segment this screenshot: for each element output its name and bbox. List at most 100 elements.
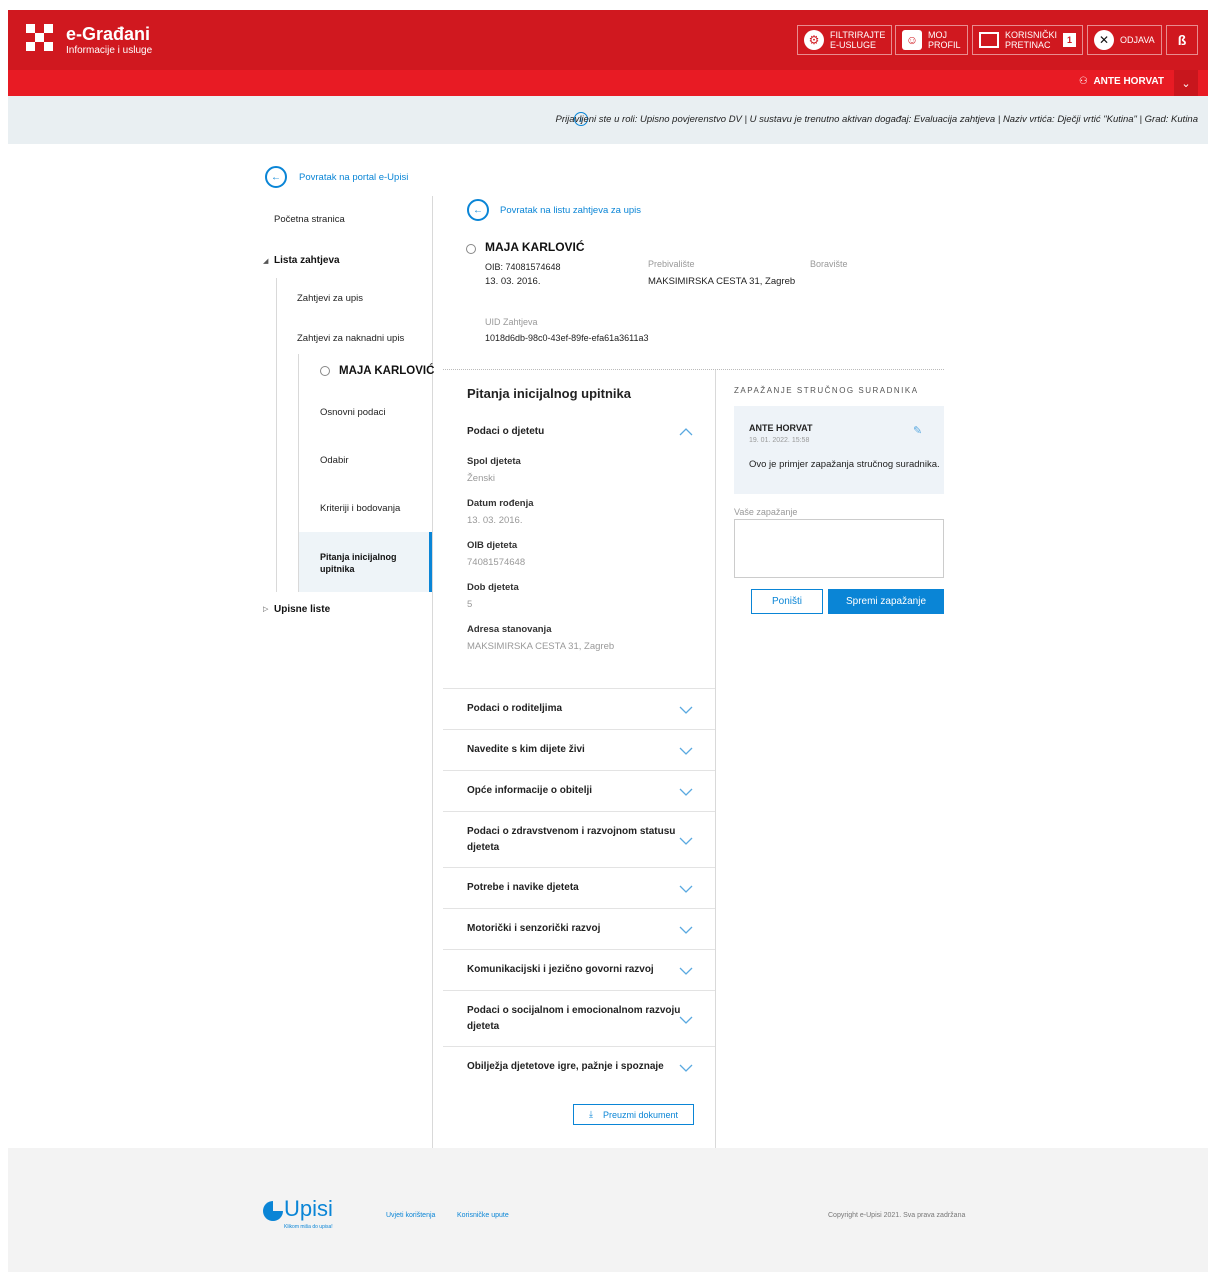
divider — [443, 729, 715, 730]
chevron-down-icon[interactable] — [679, 1015, 693, 1025]
back-to-requests-link[interactable]: Povratak na listu zahtjeva za upis — [500, 205, 641, 216]
divider — [443, 949, 715, 950]
observation-title: ZAPAŽANJE STRUČNOG SURADNIKA — [734, 386, 919, 395]
accordion-item[interactable]: Motorički i senzorički razvoj — [467, 921, 600, 937]
accordion-item[interactable]: Komunikacijski i jezično govorni razvoj — [467, 962, 654, 978]
observation-author: ANTE HORVAT — [749, 423, 813, 433]
accordion-item[interactable]: Potrebe i navike djeteta — [467, 880, 579, 896]
back-arrow-icon[interactable]: ← — [467, 199, 489, 221]
uid-label: UID Zahtjeva — [485, 317, 538, 327]
chevron-down-icon[interactable] — [679, 925, 693, 935]
download-icon: ⤓ — [588, 1109, 593, 1119]
role-info-text: Prijavljeni ste u roli: Upisno povjerens… — [555, 114, 1199, 125]
inbox-icon — [979, 32, 999, 48]
observation-card — [734, 406, 944, 494]
observation-text: Ovo je primjer zapažanja stručnog suradn… — [749, 459, 940, 470]
back-to-portal-link[interactable]: Povratak na portal e-Upisi — [299, 172, 408, 183]
chevron-down-icon[interactable] — [679, 787, 693, 797]
croatian-checker-logo-icon[interactable] — [26, 24, 54, 52]
field-label: Dob djeteta — [467, 582, 519, 593]
user-inbox-button[interactable]: KORISNIČKI PRETINAC 1 — [972, 25, 1084, 55]
stay-label: Boravište — [810, 259, 848, 269]
upisi-logo-icon[interactable] — [262, 1200, 284, 1222]
accordion-item[interactable]: Podaci o zdravstvenom i razvojnom status… — [467, 824, 675, 856]
field-label: Spol djeteta — [467, 456, 521, 467]
accordion-item[interactable]: Podaci o roditeljima — [467, 701, 562, 717]
edit-icon[interactable]: ✎ — [913, 424, 922, 437]
expanded-triangle-icon: ◢ — [263, 258, 269, 265]
user-icon: ⚇ — [1078, 76, 1088, 87]
accordion-child-data-header[interactable]: Podaci o djetetu — [467, 424, 544, 440]
column-divider — [715, 370, 716, 1148]
brand-title[interactable]: e-Građani — [66, 24, 150, 45]
close-icon: ✕ — [1094, 30, 1114, 50]
terms-link[interactable]: Uvjeti korištenja — [386, 1212, 435, 1219]
chevron-down-icon[interactable] — [679, 1063, 693, 1073]
my-profile-button[interactable]: ☺ MOJ PROFIL — [895, 25, 968, 55]
chevron-down-icon[interactable] — [679, 966, 693, 976]
chevron-down-icon[interactable] — [679, 746, 693, 756]
language-button[interactable]: ß — [1166, 25, 1198, 55]
sidebar-item-basic[interactable]: Osnovni podaci — [320, 407, 385, 418]
field-value: MAKSIMIRSKA CESTA 31, Zagreb — [467, 641, 615, 652]
sidebar-item-questions-label: Pitanja inicijalnog upitnika — [320, 552, 397, 574]
chevron-down-icon[interactable] — [679, 884, 693, 894]
sidebar-item-enrollment-lists[interactable]: Upisne liste — [274, 604, 330, 615]
profile-icon: ☺ — [902, 30, 922, 50]
accordion-item[interactable]: Navedite s kim dijete živi — [467, 742, 585, 758]
your-observation-label: Vaše zapažanje — [734, 507, 798, 517]
divider — [443, 908, 715, 909]
field-label: Adresa stanovanja — [467, 624, 552, 635]
sidebar-item-criteria[interactable]: Kriteriji i bodovanja — [320, 503, 400, 514]
tree-line — [276, 278, 277, 592]
child-name-heading: MAJA KARLOVIĆ — [485, 240, 585, 254]
divider — [443, 867, 715, 868]
divider — [443, 770, 715, 771]
field-value: 74081574648 — [467, 557, 526, 568]
chevron-down-icon[interactable]: ⌄ — [1174, 70, 1198, 96]
field-value: 5 — [467, 599, 473, 610]
child-birthdate: 13. 03. 2016. — [485, 276, 541, 287]
collapsed-triangle-icon: ▷ — [263, 606, 269, 613]
chevron-down-icon[interactable] — [679, 836, 693, 846]
upisi-logo-text[interactable]: Upisi — [284, 1196, 333, 1222]
sidebar-item-home[interactable]: Početna stranica — [274, 214, 345, 225]
section-divider — [443, 369, 944, 370]
divider — [443, 688, 715, 689]
download-document-button[interactable]: ⤓ Preuzmi dokument — [573, 1104, 694, 1125]
observation-textarea[interactable] — [734, 519, 944, 578]
filter-icon: ⚙ — [804, 30, 824, 50]
footer — [8, 1148, 1208, 1272]
accordion-item[interactable]: Opće informacije o obitelji — [467, 783, 592, 799]
divider — [443, 811, 715, 812]
child-avatar-icon — [320, 366, 330, 376]
inbox-count-badge: 1 — [1063, 33, 1077, 47]
filter-services-button[interactable]: ⚙ FILTRIRAJTE E-USLUGE — [797, 25, 893, 55]
child-oib: OIB: 74081574648 — [485, 262, 561, 272]
back-arrow-icon[interactable]: ← — [265, 166, 287, 188]
sidebar-item-choice[interactable]: Odabir — [320, 455, 349, 466]
observation-date: 19. 01. 2022. 15:58 — [749, 437, 810, 444]
logout-button[interactable]: ✕ ODJAVA — [1087, 25, 1162, 55]
sidebar-item-list[interactable]: Lista zahtjeva — [274, 255, 340, 266]
brand-subtitle: Informacije i usluge — [66, 45, 153, 56]
sidebar-divider — [432, 196, 433, 1148]
upisi-logo-tagline: Klikom miša do upisa! — [284, 1224, 333, 1230]
accordion-item[interactable]: Obilježja djetetove igre, pažnje i spozn… — [467, 1059, 664, 1075]
chevron-up-icon[interactable] — [679, 427, 693, 437]
divider — [443, 990, 715, 991]
manual-link[interactable]: Korisničke upute — [457, 1212, 509, 1219]
user-menu[interactable]: ⚇ ANTE HORVAT — [1079, 76, 1164, 87]
cancel-button[interactable]: Poništi — [751, 589, 823, 614]
save-observation-button[interactable]: Spremi zapažanje — [828, 589, 944, 614]
field-value: Ženski — [467, 473, 495, 484]
chevron-down-icon[interactable] — [679, 705, 693, 715]
residence-value: MAKSIMIRSKA CESTA 31, Zagreb — [648, 276, 796, 287]
user-bar — [8, 70, 1208, 96]
uid-value: 1018d6db-98c0-43ef-89fe-efa61a3611a3 — [485, 333, 649, 343]
sidebar-child-name[interactable]: MAJA KARLOVIĆ — [339, 365, 434, 377]
residence-label: Prebivalište — [648, 259, 695, 269]
sidebar-item-requests[interactable]: Zahtjevi za upis — [297, 293, 363, 304]
sidebar-item-late-requests[interactable]: Zahtjevi za naknadni upis — [297, 333, 404, 344]
accordion-item[interactable]: Podaci o socijalnom i emocionalnom razvo… — [467, 1003, 680, 1035]
